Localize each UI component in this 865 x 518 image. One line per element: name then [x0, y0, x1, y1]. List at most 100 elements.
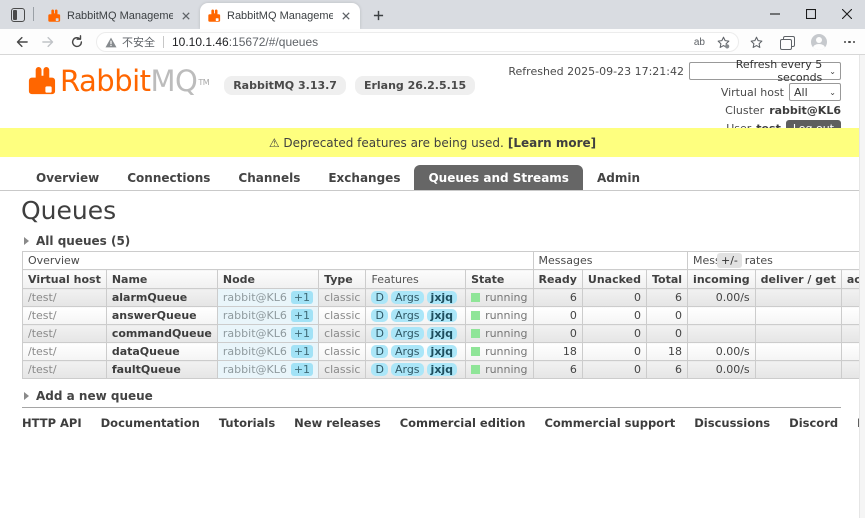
- favorites-icon[interactable]: [750, 36, 763, 49]
- node-extra-badge[interactable]: +1: [291, 309, 313, 322]
- back-icon[interactable]: [12, 33, 30, 51]
- feature-pill-jxjq[interactable]: jxjq: [427, 345, 458, 358]
- settings-menu-icon[interactable]: [844, 41, 856, 44]
- footer-link-new-releases[interactable]: New releases: [294, 416, 381, 430]
- profile-avatar[interactable]: [811, 34, 827, 50]
- col-header-ready[interactable]: Ready: [533, 270, 582, 289]
- minimize-button[interactable]: [757, 0, 793, 28]
- refresh-interval-select[interactable]: Refresh every 5 seconds⌄: [689, 62, 841, 80]
- col-header-incoming[interactable]: incoming: [688, 270, 756, 289]
- cell-unacked: 0: [582, 361, 646, 379]
- feature-pill-jxjq[interactable]: jxjq: [427, 363, 458, 376]
- node-extra-badge[interactable]: +1: [291, 291, 313, 304]
- disclosure-triangle-icon: [24, 392, 29, 400]
- queues-table: OverviewMessagesMessage ratesVirtual hos…: [22, 251, 865, 379]
- tab-actions-icon[interactable]: [11, 8, 25, 22]
- forward-icon[interactable]: [40, 33, 58, 51]
- column-toggle-button[interactable]: +/-: [717, 253, 742, 268]
- queue-name-link[interactable]: alarmQueue: [106, 289, 217, 307]
- col-header-virtual-host[interactable]: Virtual host: [23, 270, 107, 289]
- feature-pill-d[interactable]: D: [371, 309, 387, 322]
- col-header-total[interactable]: Total: [646, 270, 687, 289]
- footer-link-tutorials[interactable]: Tutorials: [219, 416, 275, 430]
- queue-name-link[interactable]: faultQueue: [106, 361, 217, 379]
- tab-overview[interactable]: Overview: [22, 165, 113, 190]
- node-extra-badge[interactable]: +1: [291, 327, 313, 340]
- tab-channels[interactable]: Channels: [224, 165, 314, 190]
- close-button[interactable]: [829, 0, 865, 28]
- learn-more-link[interactable]: [Learn more]: [508, 136, 596, 150]
- footer-link-commercial-edition[interactable]: Commercial edition: [400, 416, 526, 430]
- cell-unacked: 0: [582, 343, 646, 361]
- col-header-deliver-get[interactable]: deliver / get: [755, 270, 841, 289]
- cell-vhost: /test/: [23, 307, 107, 325]
- feature-pill-args[interactable]: Args: [391, 309, 424, 322]
- browser-tab-inactive[interactable]: RabbitMQ Management: [40, 3, 200, 29]
- state-green-icon: [471, 293, 480, 302]
- footer-link-http-api[interactable]: HTTP API: [22, 416, 82, 430]
- feature-pill-d[interactable]: D: [371, 345, 387, 358]
- page-scrollbar[interactable]: [859, 55, 865, 518]
- add-queue-toggle[interactable]: Add a new queue: [24, 389, 153, 403]
- feature-pill-args[interactable]: Args: [391, 291, 424, 304]
- virtual-host-select[interactable]: All⌄: [789, 83, 841, 101]
- collections-icon[interactable]: [780, 36, 794, 49]
- tab-queues-and-streams[interactable]: Queues and Streams: [414, 165, 582, 190]
- footer-link-documentation[interactable]: Documentation: [101, 416, 200, 430]
- url-host: 10.10.1.46: [172, 35, 229, 49]
- feature-pill-jxjq[interactable]: jxjq: [427, 291, 458, 304]
- feature-pill-jxjq[interactable]: jxjq: [427, 327, 458, 340]
- node-extra-badge[interactable]: +1: [291, 345, 313, 358]
- feature-pill-jxjq[interactable]: jxjq: [427, 309, 458, 322]
- feature-pill-d[interactable]: D: [371, 291, 387, 304]
- maximize-button[interactable]: [793, 0, 829, 28]
- col-header-name[interactable]: Name: [106, 270, 217, 289]
- feature-pill-d[interactable]: D: [371, 363, 387, 376]
- rabbitmq-page: RabbitMQTM RabbitMQ 3.13.7 Erlang 26.2.5…: [0, 55, 865, 518]
- tab-exchanges[interactable]: Exchanges: [314, 165, 414, 190]
- all-queues-toggle[interactable]: All queues (5): [24, 234, 130, 248]
- new-tab-button[interactable]: [366, 3, 390, 27]
- feature-pill-args[interactable]: Args: [391, 345, 424, 358]
- cell-node: rabbit@KL6 +1: [217, 325, 318, 343]
- translate-icon[interactable]: ab: [694, 37, 705, 48]
- node-extra-badge[interactable]: +1: [291, 363, 313, 376]
- favorite-this-page-icon[interactable]: [717, 36, 730, 49]
- footer-divider: [22, 407, 841, 408]
- feature-pill-d[interactable]: D: [371, 327, 387, 340]
- tab-admin[interactable]: Admin: [583, 165, 654, 190]
- col-header-state[interactable]: State: [466, 270, 533, 289]
- cell-ready: 18: [533, 343, 582, 361]
- feature-pill-args[interactable]: Args: [391, 363, 424, 376]
- queue-name-link[interactable]: dataQueue: [106, 343, 217, 361]
- browser-tab-active[interactable]: RabbitMQ Management: [200, 3, 360, 29]
- footer-link-discord[interactable]: Discord: [789, 416, 838, 430]
- tab-connections[interactable]: Connections: [113, 165, 224, 190]
- browser-toolbar: 不安全 10.10.1.46:15672/#/queues ab: [0, 29, 865, 55]
- footer-link-discussions[interactable]: Discussions: [694, 416, 770, 430]
- cell-state: running: [466, 325, 533, 343]
- queue-name-link[interactable]: commandQueue: [106, 325, 217, 343]
- refresh-icon[interactable]: [68, 33, 86, 51]
- col-header-unacked[interactable]: Unacked: [582, 270, 646, 289]
- feature-pill-args[interactable]: Args: [391, 327, 424, 340]
- deprecation-banner: ⚠ Deprecated features are being used. [L…: [0, 128, 865, 157]
- queue-row-answerqueue: /test/answerQueuerabbit@KL6+1classicDArg…: [23, 307, 865, 325]
- queues-table-wrap: OverviewMessagesMessage ratesVirtual hos…: [22, 251, 865, 379]
- refreshed-timestamp: Refreshed 2025-09-23 17:21:42: [508, 65, 684, 78]
- rabbitmq-logo[interactable]: RabbitMQTM RabbitMQ 3.13.7 Erlang 26.2.5…: [26, 64, 475, 98]
- rabbitmq-version-badge: RabbitMQ 3.13.7: [224, 76, 346, 95]
- cell-features: D Argsjxjq: [366, 361, 466, 379]
- tab-close-icon[interactable]: [179, 9, 193, 23]
- erlang-version-badge: Erlang 26.2.5.15: [355, 76, 475, 95]
- node-name: rabbit@KL6: [223, 327, 287, 340]
- col-header-node[interactable]: Node: [217, 270, 318, 289]
- tab-close-icon[interactable]: [339, 9, 353, 23]
- footer-link-commercial-support[interactable]: Commercial support: [544, 416, 675, 430]
- col-header-type[interactable]: Type: [319, 270, 366, 289]
- queue-name-link[interactable]: answerQueue: [106, 307, 217, 325]
- cell-incoming: 0.00/s: [688, 361, 756, 379]
- url-text[interactable]: 10.10.1.46:15672/#/queues: [172, 35, 318, 49]
- cell-features: D Argsjxjq: [366, 307, 466, 325]
- address-bar[interactable]: 不安全 10.10.1.46:15672/#/queues ab: [96, 32, 739, 52]
